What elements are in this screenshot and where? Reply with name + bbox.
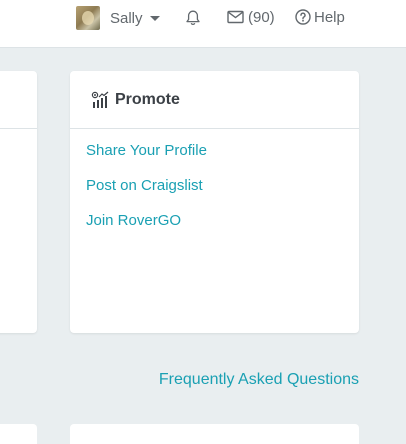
chevron-down-icon bbox=[149, 15, 160, 21]
left-card bbox=[0, 71, 37, 333]
promote-card: Promote Share Your Profile Post on Craig… bbox=[70, 71, 359, 333]
post-craigslist-link[interactable]: Post on Craigslist bbox=[86, 177, 359, 195]
user-name: Sally bbox=[110, 9, 143, 27]
promote-title: Promote bbox=[115, 90, 180, 108]
user-menu[interactable]: Sally bbox=[76, 6, 160, 30]
card-divider bbox=[0, 128, 37, 129]
faq-link[interactable]: Frequently Asked Questions bbox=[159, 371, 359, 389]
promote-links: Share Your Profile Post on Craigslist Jo… bbox=[70, 129, 359, 230]
lower-left-card bbox=[0, 424, 37, 444]
message-count: (90) bbox=[248, 8, 275, 26]
mail-icon bbox=[227, 10, 244, 24]
promote-card-header: Promote bbox=[70, 71, 359, 129]
join-rovergo-link[interactable]: Join RoverGO bbox=[86, 212, 359, 230]
top-navigation-bar: Sally (90) Help bbox=[0, 0, 406, 48]
avatar bbox=[76, 6, 100, 30]
share-profile-link[interactable]: Share Your Profile bbox=[86, 142, 359, 160]
help-circle-icon bbox=[295, 9, 311, 25]
help-label: Help bbox=[314, 8, 345, 26]
bell-icon[interactable] bbox=[184, 9, 202, 27]
messages-link[interactable]: (90) bbox=[227, 7, 275, 27]
promote-chart-icon bbox=[91, 91, 109, 108]
lower-right-card bbox=[70, 424, 359, 444]
help-link[interactable]: Help bbox=[295, 7, 345, 27]
